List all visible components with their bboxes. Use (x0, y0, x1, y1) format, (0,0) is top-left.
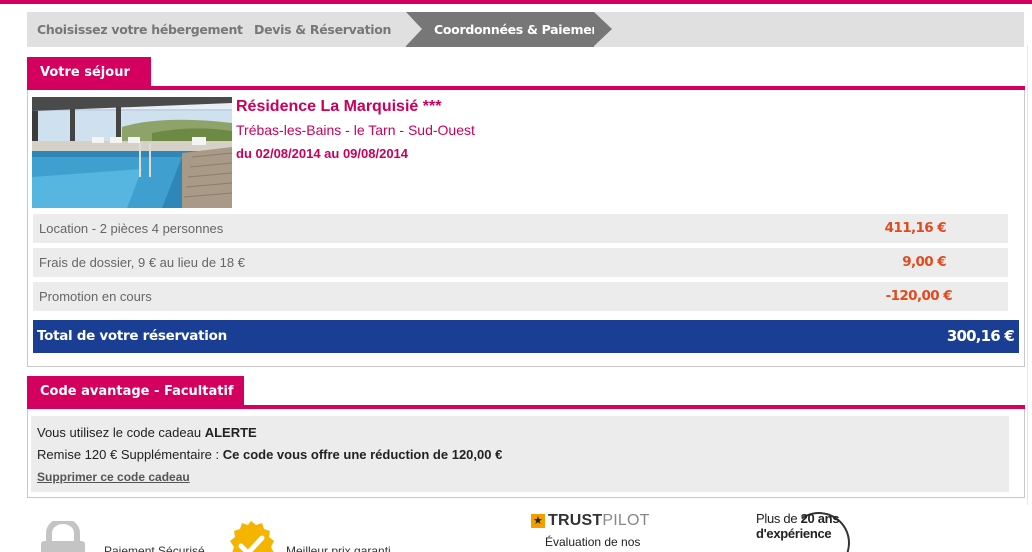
price-row-label: Promotion en cours (39, 289, 152, 304)
price-row-value: 411,16 € (884, 220, 947, 236)
remove-gift-code-link[interactable]: Supprimer ce code cadeau (37, 470, 190, 484)
code-section-title: Code avantage - Facultatif (27, 376, 244, 407)
price-row: Location - 2 pièces 4 personnes 411,16 € (33, 214, 1008, 243)
checkmark-badge-icon (230, 521, 274, 552)
residence-photo (32, 97, 232, 208)
gift-code-value: ALERTE (204, 425, 257, 440)
price-row-label: Location - 2 pièces 4 personnes (39, 221, 224, 236)
step-details-payment-label: Coordonnées & Paiement (434, 22, 606, 37)
price-row-value: -120,00 € (885, 288, 953, 304)
secure-payment-label: Paiement Sécurisé (104, 544, 205, 552)
top-accent-line (0, 0, 1032, 4)
step-quote-booking[interactable]: Devis & Réservation (252, 12, 408, 47)
page-edge-line (1027, 45, 1028, 505)
experience-line-1: Plus de 20 ans (756, 511, 840, 526)
trustpilot-word-2: PILOT (602, 512, 650, 529)
price-row-label: Frais de dossier, 9 € au lieu de 18 € (39, 255, 245, 270)
trustpilot-logo[interactable]: ★ TRUSTPILOT (531, 512, 650, 530)
step-details-payment: Coordonnées & Paiement (406, 12, 612, 47)
sejour-section-title: Votre séjour (27, 57, 151, 88)
gift-code-prefix: Vous utilisez le code cadeau (37, 425, 202, 440)
trustpilot-word-1: TRUST (548, 512, 603, 529)
residence-location: Trébas-les-Bains - le Tarn - Sud-Ouest (236, 122, 475, 138)
experience-years: 20 ans (800, 511, 840, 526)
price-row: Promotion en cours -120,00 € (33, 282, 1008, 311)
experience-line-2: d'expérience (756, 526, 832, 541)
lock-icon (41, 521, 85, 552)
residence-name[interactable]: Résidence La Marquisié *** (236, 98, 441, 116)
step-choose-accommodation[interactable]: Choisissez votre hébergement (27, 12, 252, 47)
trustpilot-subtitle: Évaluation de nos (545, 535, 641, 549)
price-row: Frais de dossier, 9 € au lieu de 18 € 9,… (33, 248, 1008, 277)
code-panel: Vous utilisez le code cadeau ALERTE Remi… (31, 416, 1009, 492)
discount-detail: Ce code vous offre une réduction de 120,… (222, 447, 503, 462)
experience-prefix: Plus de (756, 511, 798, 526)
stay-dates: du 02/08/2014 au 09/08/2014 (236, 146, 409, 161)
total-row: Total de votre réservation 300,16 € (33, 320, 1019, 353)
discount-line: Remise 120 € Supplémentaire : Ce code vo… (37, 447, 502, 462)
total-value: 300,16 € (946, 327, 1015, 345)
booking-steps: Choisissez votre hébergement Devis & Rés… (27, 12, 1024, 47)
best-price-label: Meilleur prix garanti (286, 544, 391, 552)
price-row-value: 9,00 € (902, 254, 946, 270)
discount-prefix: Remise 120 € Supplémentaire : (37, 447, 220, 462)
gift-code-line: Vous utilisez le code cadeau ALERTE (37, 425, 257, 440)
trustpilot-star-icon: ★ (531, 514, 545, 528)
total-label: Total de votre réservation (37, 328, 227, 344)
